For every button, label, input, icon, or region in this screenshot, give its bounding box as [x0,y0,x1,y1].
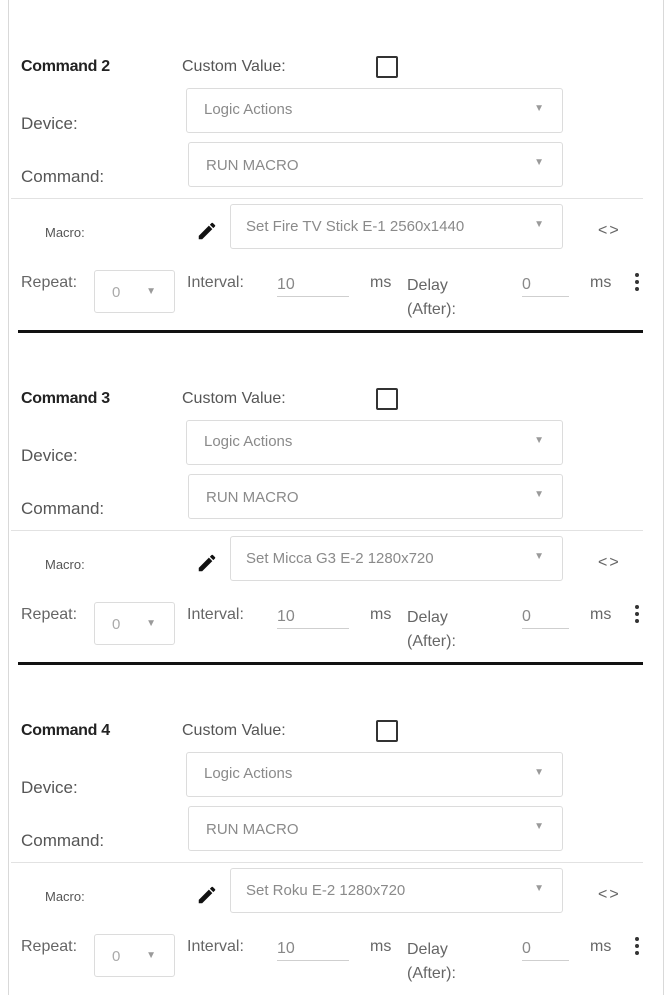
chevron-down-icon: ▼ [534,219,544,230]
delay-label-line1: Delay [407,609,448,626]
device-select[interactable]: Logic Actions ▼ [186,420,563,465]
custom-value-label: Custom Value: [182,58,286,75]
delay-input[interactable] [522,937,569,961]
command-block: Command 3 Custom Value: Device: Logic Ac… [0,332,670,665]
command-block: Command 4 Custom Value: Device: Logic Ac… [0,664,670,984]
command-select[interactable]: RUN MACRO ▼ [188,142,563,187]
macro-select-value: Set Micca G3 E-2 1280x720 [246,550,434,567]
more-options-icon[interactable] [634,605,640,625]
custom-value-checkbox[interactable] [376,720,398,742]
command-title: Command 3 [21,390,110,407]
repeat-select[interactable]: 0 ▼ [94,270,175,313]
delay-label: Delay (After): [407,938,456,986]
command-label: Command: [21,499,105,518]
custom-value-label: Custom Value: [182,722,286,739]
chevron-down-icon: ▼ [534,821,544,832]
chevron-down-icon: ▼ [146,286,156,297]
command-block: Command 2 Custom Value: Device: Logic Ac… [0,0,670,333]
command-select-value: RUN MACRO [206,157,299,174]
chevron-down-icon: ▼ [534,435,544,446]
divider [11,198,643,199]
delay-unit-label: ms [590,606,612,623]
edit-pencil-icon[interactable] [196,220,218,242]
interval-unit-label: ms [370,938,392,955]
code-icon[interactable]: <> [598,554,621,572]
interval-unit-label: ms [370,606,392,623]
custom-value-checkbox[interactable] [376,388,398,410]
chevron-down-icon: ▼ [146,618,156,629]
device-select[interactable]: Logic Actions ▼ [186,88,563,133]
command-select[interactable]: RUN MACRO ▼ [188,806,563,851]
code-icon[interactable]: <> [598,886,621,904]
edit-pencil-icon[interactable] [196,884,218,906]
chevron-down-icon: ▼ [534,489,544,500]
more-options-icon[interactable] [634,937,640,957]
macro-select[interactable]: Set Micca G3 E-2 1280x720 ▼ [230,536,563,581]
macro-select-value: Set Roku E-2 1280x720 [246,882,406,899]
command-select-value: RUN MACRO [206,489,299,506]
interval-label: Interval: [187,606,244,623]
command-label: Command: [21,167,105,186]
command-title: Command 2 [21,58,110,75]
more-options-icon[interactable] [634,273,640,293]
delay-input[interactable] [522,273,569,297]
repeat-select-value: 0 [112,284,121,301]
command-select[interactable]: RUN MACRO ▼ [188,474,563,519]
command-select-value: RUN MACRO [206,821,299,838]
macro-select[interactable]: Set Roku E-2 1280x720 ▼ [230,868,563,913]
chevron-down-icon: ▼ [534,551,544,562]
code-icon[interactable]: <> [598,222,621,240]
chevron-down-icon: ▼ [534,103,544,114]
divider [11,530,643,531]
device-label: Device: [21,114,78,133]
chevron-down-icon: ▼ [534,767,544,778]
device-select-value: Logic Actions [204,765,293,782]
device-label: Device: [21,778,78,797]
edit-pencil-icon[interactable] [196,552,218,574]
repeat-select[interactable]: 0 ▼ [94,934,175,977]
delay-label-line1: Delay [407,277,448,294]
device-select[interactable]: Logic Actions ▼ [186,752,563,797]
interval-input[interactable] [277,937,349,961]
delay-label-line2: (After): [407,965,456,982]
delay-label-line1: Delay [407,941,448,958]
device-select-value: Logic Actions [204,433,293,450]
repeat-select[interactable]: 0 ▼ [94,602,175,645]
custom-value-checkbox[interactable] [376,56,398,78]
chevron-down-icon: ▼ [534,157,544,168]
device-label: Device: [21,446,78,465]
command-label: Command: [21,831,105,850]
delay-unit-label: ms [590,274,612,291]
macro-label: Macro: [45,225,85,240]
repeat-label: Repeat: [21,606,78,623]
delay-input[interactable] [522,605,569,629]
chevron-down-icon: ▼ [146,950,156,961]
delay-label-line2: (After): [407,633,456,650]
interval-input[interactable] [277,605,349,629]
interval-label: Interval: [187,274,244,291]
interval-unit-label: ms [370,274,392,291]
macro-label: Macro: [45,889,85,904]
macro-select[interactable]: Set Fire TV Stick E-1 2560x1440 ▼ [230,204,563,249]
repeat-label: Repeat: [21,274,78,291]
interval-label: Interval: [187,938,244,955]
repeat-select-value: 0 [112,948,121,965]
device-select-value: Logic Actions [204,101,293,118]
delay-label-line2: (After): [407,301,456,318]
repeat-select-value: 0 [112,616,121,633]
delay-unit-label: ms [590,938,612,955]
command-title: Command 4 [21,722,110,739]
divider [11,862,643,863]
custom-value-label: Custom Value: [182,390,286,407]
delay-label: Delay (After): [407,606,456,654]
interval-input[interactable] [277,273,349,297]
macro-select-value: Set Fire TV Stick E-1 2560x1440 [246,218,465,235]
macro-label: Macro: [45,557,85,572]
delay-label: Delay (After): [407,274,456,322]
chevron-down-icon: ▼ [534,883,544,894]
repeat-label: Repeat: [21,938,78,955]
